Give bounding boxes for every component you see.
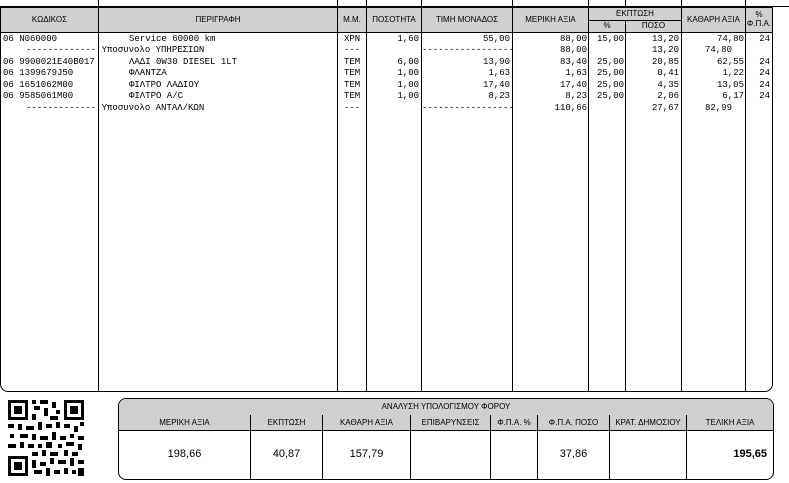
tax-value-final-value: 195,65 <box>733 448 767 460</box>
tax-analysis-title: ΑΝΑΛΥΣΗ ΥΠΟΛΟΓΙΣΜΟΥ ΦΟΡΟΥ <box>119 399 773 416</box>
tax-value-charges <box>411 430 490 479</box>
row-partial-value: 8,23 <box>565 91 587 101</box>
row-description: ΦΙΛΤΡΟ A/C <box>129 91 184 101</box>
row-code: 06 9900021E40B017 <box>3 57 95 67</box>
header-discount-pct: % <box>603 21 611 30</box>
row-unit-price: 13,90 <box>482 57 510 67</box>
header-description: ΠΕΡΙΓΡΑΦΗ <box>195 15 241 24</box>
row-description: ΦΛΑΝΤΖΑ <box>129 68 167 78</box>
row-partial-value: 110,66 <box>554 103 587 113</box>
row-vat: 24 <box>759 80 770 90</box>
row-discount-amount: 13,20 <box>651 45 679 55</box>
qr-code-icon <box>6 398 86 478</box>
row-unit: ΤΕΜ <box>344 57 361 67</box>
row-description: ------------- Υποσυνολο ΑΝΤΑΛ/ΚΩΝ <box>26 103 205 113</box>
row-vat: 24 <box>759 91 770 101</box>
tax-value-partial-value: 198,66 <box>167 448 202 460</box>
row-quantity: 1,60 <box>397 34 419 44</box>
row-leader-dashes: ----------------- <box>422 45 514 55</box>
row-unit: ΤΕΜ <box>344 80 361 90</box>
header-quantity: ΠΟΣΟΤΗΤΑ <box>372 15 416 24</box>
row-quantity: 1,00 <box>397 68 419 78</box>
row-unit: ΧΡΝ <box>344 34 361 44</box>
row-discount-pct: 25,00 <box>596 68 624 78</box>
row-partial-value: 88,00 <box>559 34 587 44</box>
row-unit: ΤΕΜ <box>344 68 361 78</box>
row-discount-amount: 4,35 <box>657 80 679 90</box>
row-partial-value: 17,40 <box>559 80 587 90</box>
header-unit-price: ΤΙΜΗ ΜΟΝΑΔΟΣ <box>435 15 499 24</box>
row-net-value: 82,99 <box>704 103 732 113</box>
tax-value-discount: 40,87 <box>272 448 301 460</box>
row-code: 06 1651062M00 <box>3 80 74 90</box>
row-unit: --- <box>344 45 361 55</box>
tax-value-vat-amount: 37,86 <box>559 448 588 460</box>
row-net-value: 13,05 <box>716 80 744 90</box>
tax-header-charges: ΕΠΙΒΑΡΥΝΣΕΙΣ <box>421 418 480 427</box>
row-discount-pct: 25,00 <box>596 57 624 67</box>
row-partial-value: 88,00 <box>559 45 587 55</box>
row-description: ------------- Υποσυνολο ΥΠΗΡΕΣΙΩΝ <box>26 45 205 55</box>
row-partial-value: 1,63 <box>565 68 587 78</box>
row-description: ΛΑΔΙ 0W30 DIESEL 1LT <box>129 57 238 67</box>
row-discount-pct: 25,00 <box>596 91 624 101</box>
header-unit: Μ.Μ. <box>343 15 361 24</box>
row-code: 06 N060000 <box>3 34 58 44</box>
row-vat: 24 <box>759 57 770 67</box>
tax-header-public-withholding: ΚΡΑΤ. ΔΗΜΟΣΙΟΥ <box>615 418 681 427</box>
header-discount-amount: ΠΟΣΟ <box>641 21 666 30</box>
row-quantity: 1,00 <box>397 80 419 90</box>
row-discount-pct: 25,00 <box>596 80 624 90</box>
tax-value-public-withholding <box>610 430 686 479</box>
row-leader-dashes: ----------------- <box>422 103 514 113</box>
tax-header-discount: ΕΚΠΤΩΣΗ <box>267 418 306 427</box>
row-partial-value: 83,40 <box>559 57 587 67</box>
row-net-value: 62,55 <box>716 57 744 67</box>
row-vat: 24 <box>759 34 770 44</box>
row-unit: --- <box>344 103 361 113</box>
header-code: ΚΩΔΙΚΟΣ <box>31 15 68 24</box>
header-vat-label: Φ.Π.Α. <box>746 19 772 28</box>
tax-header-vat-pct: Φ.Π.Α. % <box>497 418 531 427</box>
row-discount-amount: 27,67 <box>651 103 679 113</box>
row-net-value: 1,22 <box>722 68 744 78</box>
row-description: Service 60000 km <box>129 34 216 44</box>
row-net-value: 74,80 <box>704 45 732 55</box>
row-code: 06 9585061M00 <box>3 91 74 101</box>
row-vat: 24 <box>759 68 770 78</box>
row-discount-amount: 0,41 <box>657 68 679 78</box>
row-quantity: 1,00 <box>397 91 419 101</box>
tax-header-vat-amount: Φ.Π.Α. ΠΟΣΟ <box>548 418 599 427</box>
row-unit-price: 17,40 <box>482 80 510 90</box>
header-discount: ΕΚΠΤΩΣΗ <box>616 9 654 18</box>
row-discount-amount: 20,85 <box>651 57 679 67</box>
row-code: 06 1399679J50 <box>3 68 74 78</box>
row-unit-price: 1,63 <box>488 68 510 78</box>
tax-analysis-table: ΑΝΑΛΥΣΗ ΥΠΟΛΟΓΙΣΜΟΥ ΦΟΡΟΥ ΜΕΡΙΚΗ ΑΞΙΑ ΕΚ… <box>118 398 774 480</box>
tax-header-net-value: ΚΑΘΑΡΗ ΑΞΙΑ <box>340 418 393 427</box>
row-quantity: 6,00 <box>397 57 419 67</box>
tax-value-net-value: 157,79 <box>349 448 384 460</box>
row-unit-price: 55,00 <box>482 34 510 44</box>
row-discount-amount: 2,06 <box>657 91 679 101</box>
top-border-strip <box>0 0 789 7</box>
tax-header-partial-value: ΜΕΡΙΚΗ ΑΞΙΑ <box>159 418 210 427</box>
row-unit-price: 8,23 <box>488 91 510 101</box>
tax-value-vat-pct <box>491 430 537 479</box>
row-description: ΦΙΛΤΡΟ ΛΑΔΙΟΥ <box>129 80 200 90</box>
row-net-value: 74,80 <box>716 34 744 44</box>
row-unit: ΤΕΜ <box>344 91 361 101</box>
row-discount-pct: 15,00 <box>596 34 624 44</box>
header-partial-value: ΜΕΡΙΚΗ ΑΞΙΑ <box>525 15 576 24</box>
row-discount-amount: 13,20 <box>651 34 679 44</box>
header-net-value: ΚΑΘΑΡΗ ΑΞΙΑ <box>687 15 740 24</box>
row-net-value: 6,17 <box>722 91 744 101</box>
tax-header-final-value: ΤΕΛΙΚΗ ΑΞΙΑ <box>705 418 755 427</box>
